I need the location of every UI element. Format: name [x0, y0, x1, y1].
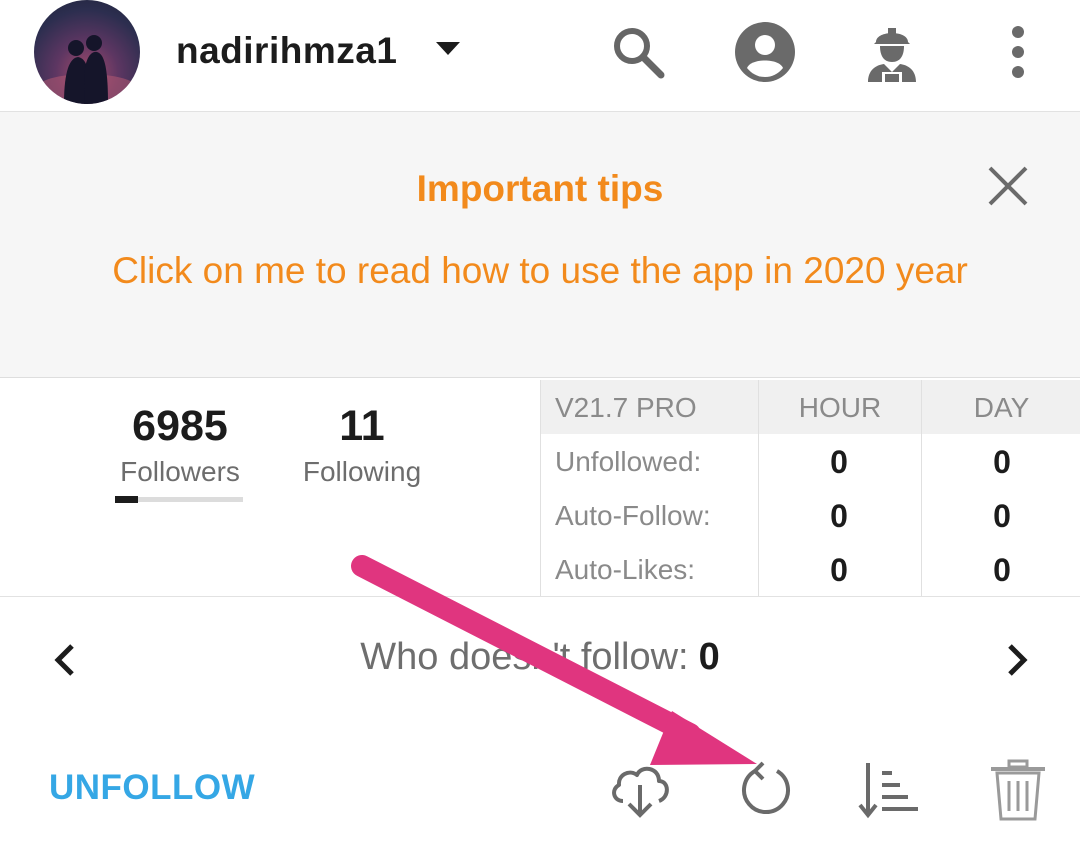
column-header-hour: HOUR — [798, 392, 882, 423]
activity-table: V21.7 PRO HOUR DAY Unfollowed: 0 0 Auto-… — [540, 380, 1080, 596]
cloud-download-icon[interactable] — [607, 757, 673, 823]
refresh-icon[interactable] — [733, 757, 799, 823]
followers-label[interactable]: Followers — [100, 456, 260, 488]
unfollowed-hour-value: 0 — [830, 444, 848, 480]
unfollow-button[interactable]: UNFOLLOW — [49, 768, 255, 808]
account-dropdown-icon[interactable] — [436, 42, 460, 55]
row-label-auto-follow: Auto-Follow: — [555, 500, 711, 531]
avatar-silhouette — [37, 35, 137, 104]
auto-follow-hour-value: 0 — [830, 498, 848, 534]
auto-likes-hour-value: 0 — [830, 552, 848, 588]
filter-count: 0 — [698, 636, 720, 678]
avatar[interactable] — [34, 0, 140, 104]
following-count[interactable]: 11 — [282, 402, 442, 451]
followers-progress-fill — [115, 496, 139, 503]
version-label: V21.7 PRO — [555, 392, 697, 423]
row-label-unfollowed: Unfollowed: — [555, 446, 702, 477]
auto-likes-day-value: 0 — [993, 552, 1011, 588]
more-vert-icon[interactable] — [986, 20, 1050, 84]
tips-link[interactable]: Click on me to read how to use the app i… — [0, 250, 1080, 292]
search-icon[interactable] — [606, 20, 670, 84]
worker-icon[interactable] — [860, 20, 924, 84]
auto-follow-day-value: 0 — [993, 498, 1011, 534]
sort-icon[interactable] — [856, 757, 922, 823]
chevron-right-icon[interactable] — [1002, 640, 1032, 680]
followers-count[interactable]: 6985 — [100, 402, 260, 451]
section-divider — [0, 596, 1080, 597]
tips-banner[interactable] — [0, 112, 1080, 378]
followers-progress — [115, 496, 243, 503]
account-icon[interactable] — [733, 20, 797, 84]
filter-label: Who doesn't follow: — [360, 636, 689, 678]
column-header-day: DAY — [973, 392, 1030, 423]
unfollowed-day-value: 0 — [993, 444, 1011, 480]
filter-title[interactable]: Who doesn't follow: 0 — [0, 636, 1080, 679]
row-label-auto-likes: Auto-Likes: — [555, 554, 696, 585]
close-icon[interactable] — [984, 162, 1032, 210]
trash-icon[interactable] — [985, 757, 1051, 823]
following-label[interactable]: Following — [282, 456, 442, 488]
username-label[interactable]: nadirihmza1 — [176, 30, 397, 72]
tips-title: Important tips — [416, 168, 664, 209]
